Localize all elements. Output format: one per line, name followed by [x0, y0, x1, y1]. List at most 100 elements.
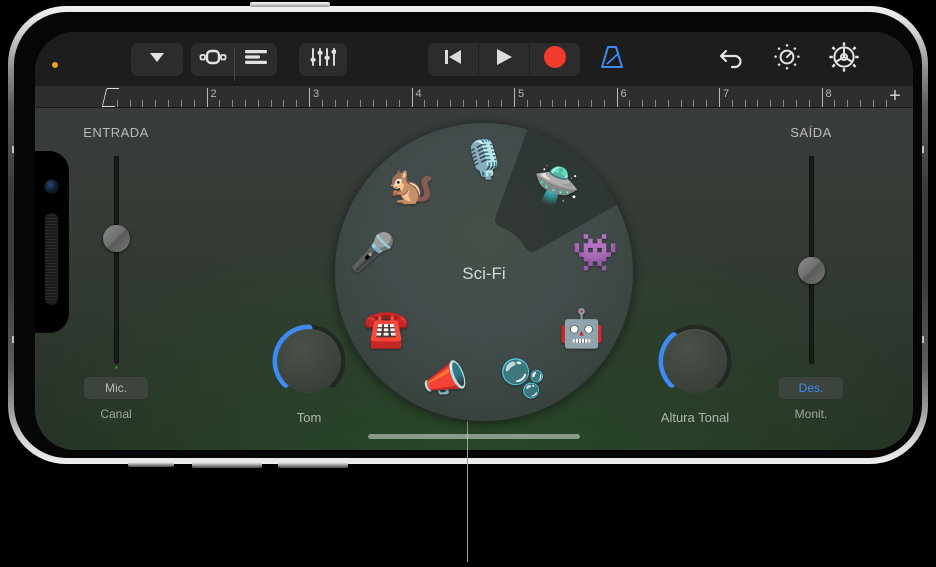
- ruler-tick-minor: [872, 100, 874, 107]
- ruler-tick-minor: [680, 100, 682, 107]
- input-level-slider[interactable]: [102, 156, 130, 369]
- mixer-sliders-icon: [310, 47, 337, 72]
- chipmunk-preset[interactable]: 🐿️: [384, 158, 438, 212]
- metronome-button[interactable]: [591, 43, 633, 76]
- microphone-preset[interactable]: 🎙️: [457, 132, 511, 186]
- input-panel: ENTRADA Mic. Canal: [56, 108, 176, 450]
- ruler-tick-minor: [642, 100, 644, 107]
- ruler-tick-minor: [232, 100, 234, 107]
- ruler-bar-number: 5: [518, 88, 525, 100]
- megaphone-preset[interactable]: 📣: [418, 351, 472, 405]
- ruler-tick-minor: [116, 100, 118, 107]
- fx-knob-icon: [773, 43, 801, 76]
- ruler-bar-number: 8: [825, 88, 832, 100]
- ruler-tick-minor: [552, 100, 554, 107]
- earpiece-speaker-icon: [45, 213, 58, 305]
- robot-preset[interactable]: 🤖: [555, 302, 609, 356]
- ruler-tick-minor: [155, 100, 157, 107]
- ruler-tick-minor: [667, 100, 669, 107]
- phone-screen: 2345678 + ENTRADA Mic. Canal SAÍDA Des. …: [35, 32, 913, 450]
- undo-button[interactable]: [711, 43, 753, 76]
- ruler-tick-minor: [629, 100, 631, 107]
- view-mode-segmented-control: [191, 42, 277, 81]
- home-indicator[interactable]: [368, 434, 580, 439]
- input-level-led: [114, 366, 118, 369]
- tab-list-view[interactable]: [234, 43, 277, 76]
- ruler-tick-minor: [296, 100, 298, 107]
- knob-tom-label: Tom: [296, 410, 322, 425]
- output-level-slider[interactable]: [797, 156, 825, 364]
- output-slider-thumb[interactable]: [797, 257, 825, 285]
- ruler-tick-minor: [193, 100, 195, 107]
- fx-button[interactable]: [766, 43, 808, 76]
- track-view-icon: [199, 48, 227, 71]
- ruler-tick-minor: [385, 100, 387, 107]
- ruler-tick-major: [411, 88, 413, 107]
- ruler-tick-minor: [373, 100, 375, 107]
- ruler-tick-major: [514, 88, 515, 107]
- bubbles-preset[interactable]: 🫧: [496, 351, 550, 405]
- ruler-tick-minor: [795, 100, 797, 107]
- ruler-tick-minor: [180, 100, 182, 107]
- knob-pitch-dial[interactable]: [654, 320, 736, 402]
- ruler-tick-minor: [706, 100, 708, 107]
- segment-divider: [234, 47, 235, 81]
- ruler-tick-minor: [334, 100, 336, 107]
- ruler-tick-minor: [859, 100, 861, 107]
- mixer-button[interactable]: [299, 42, 347, 76]
- ruler-tick-minor: [847, 100, 849, 107]
- knob-tom-dial[interactable]: [268, 320, 350, 402]
- device-volume-up-button[interactable]: [192, 462, 262, 468]
- ruler-bar-number: 3: [313, 88, 320, 100]
- list-view-icon: [244, 49, 267, 70]
- metronome-icon: [598, 44, 626, 75]
- record-icon: [543, 45, 567, 74]
- play-button[interactable]: [479, 42, 529, 76]
- device-mute-switch[interactable]: [250, 2, 330, 7]
- ruler-tick-minor: [693, 100, 695, 107]
- ruler-tick-minor: [565, 100, 567, 107]
- ufo-preset[interactable]: 🛸: [530, 158, 584, 212]
- knob-tom-face: [277, 329, 341, 393]
- ruler-tick-minor: [129, 100, 131, 107]
- chevron-down-icon: [146, 46, 168, 73]
- knob-tom: Tom: [261, 320, 357, 425]
- sound-browser-button[interactable]: [131, 42, 183, 76]
- phone-bezel: 2345678 + ENTRADA Mic. Canal SAÍDA Des. …: [14, 12, 922, 458]
- ruler-tick-minor: [834, 100, 836, 107]
- wheel-center-label: Sci-Fi: [462, 264, 506, 283]
- monitor-label: Monit.: [794, 407, 828, 421]
- ruler-tick-minor: [757, 100, 759, 107]
- add-section-button[interactable]: +: [885, 86, 905, 107]
- device-notch: [35, 151, 69, 333]
- knob-pitch: Altura Tonal: [647, 320, 743, 425]
- rewind-button[interactable]: [428, 42, 478, 76]
- settings-button[interactable]: [823, 41, 865, 77]
- ruler-bar-number: 7: [723, 88, 730, 100]
- voice-preset-wheel[interactable]: 🎙️ 🛸 👾 🤖 🫧 📣 ☎️ 🎤 🐿️ Sci-Fi: [334, 122, 634, 422]
- play-icon: [494, 47, 514, 72]
- input-slider-thumb[interactable]: [102, 224, 130, 252]
- gear-icon: [829, 41, 859, 77]
- ruler-tick-major: [821, 88, 823, 107]
- ruler-tick-minor: [257, 100, 259, 107]
- input-channel-label: Canal: [100, 407, 132, 421]
- record-button[interactable]: [530, 42, 580, 76]
- device-power-button[interactable]: [128, 462, 174, 467]
- timeline-ruler[interactable]: 2 3 4 5 6 7 8 +: [35, 86, 913, 108]
- ruler-tick-major: [206, 88, 208, 107]
- ruler-tick-minor: [501, 100, 503, 107]
- ruler-tick-minor: [603, 100, 605, 107]
- ruler-tick-minor: [539, 100, 541, 107]
- output-panel: SAÍDA Des. Monit.: [751, 108, 871, 450]
- transport-controls: [428, 42, 580, 76]
- monitor-toggle-button[interactable]: Des.: [779, 377, 843, 399]
- input-channel-button[interactable]: Mic.: [84, 377, 148, 399]
- callout-leader-line: [467, 420, 468, 562]
- knob-pitch-face: [663, 329, 727, 393]
- device-volume-down-button[interactable]: [278, 462, 348, 468]
- tab-track-view[interactable]: [191, 43, 234, 76]
- telephone-preset[interactable]: ☎️: [359, 302, 413, 356]
- ruler-bar-number: 4: [415, 88, 422, 100]
- ruler-tick-minor: [475, 100, 477, 107]
